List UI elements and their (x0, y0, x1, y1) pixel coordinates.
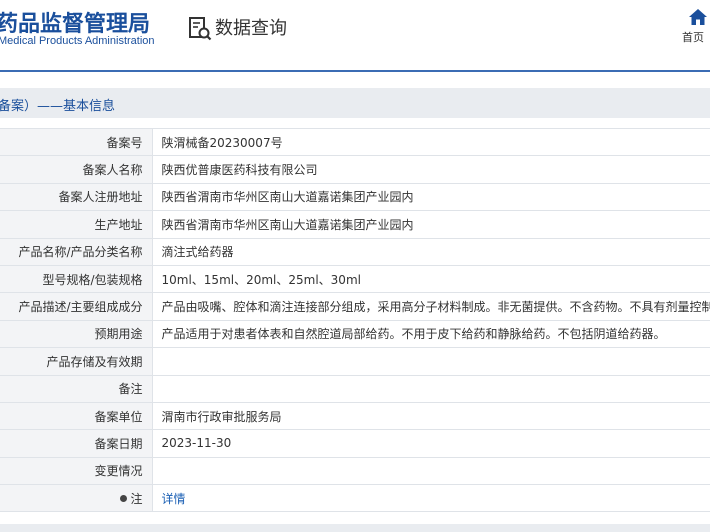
table-row: 注 详情 (0, 484, 710, 513)
row-value: 渭南市行政审批服务局 (152, 402, 710, 431)
row-label: 备案号 (0, 127, 153, 157)
row-label: 预期用途 (0, 320, 153, 349)
detail-table: 备案号 陕渭械备20230007号 备案人名称 陕西优普康医药科技有限公司 备案… (0, 127, 710, 513)
row-value: 陕西省渭南市华州区南山大道嘉诺集团产业园内 (152, 183, 710, 212)
logo-chinese: 药品监督管理局 (0, 12, 151, 37)
table-row: 备案人名称 陕西优普康医药科技有限公司 (0, 155, 710, 184)
table-row: 型号规格/包装规格 10ml、15ml、20ml、25ml、30ml (0, 265, 710, 294)
note-value-cell: 详情 (152, 484, 710, 513)
bullet-icon (120, 494, 128, 502)
row-label: 生产地址 (0, 210, 153, 239)
footer-bar (0, 524, 710, 532)
site-header: 药品监督管理局 Medical Products Administration … (0, 0, 710, 70)
row-value (152, 457, 710, 486)
table-row: 备案号 陕渭械备20230007号 (0, 127, 710, 157)
details-link[interactable]: 详情 (162, 492, 186, 506)
table-row: 变更情况 (0, 457, 710, 486)
row-value: 陕渭械备20230007号 (152, 127, 710, 157)
table-row: 备案日期 2023-11-30 (0, 429, 710, 458)
row-label: 备案单位 (0, 402, 153, 431)
row-value: 产品由吸嘴、腔体和滴注连接部分组成，采用高分子材料制成。非无菌提供。不含药物。不… (152, 292, 710, 321)
row-label: 注 (130, 491, 143, 506)
row-label: 产品名称/产品分类名称 (0, 238, 153, 266)
row-label: 备案人注册地址 (0, 183, 153, 212)
table-row: 备案人注册地址 陕西省渭南市华州区南山大道嘉诺集团产业园内 (0, 183, 710, 212)
row-value: 产品适用于对患者体表和自然腔道局部给药。不用于皮下给药和静脉给药。不包括阴道给药… (152, 320, 710, 349)
row-value: 滴注式给药器 (152, 238, 710, 266)
row-value: 10ml、15ml、20ml、25ml、30ml (152, 265, 710, 294)
row-label: 产品存储及有效期 (0, 347, 153, 376)
home-icon (689, 9, 707, 25)
table-row: 产品名称/产品分类名称 滴注式给药器 (0, 238, 710, 266)
table-row: 产品存储及有效期 (0, 347, 710, 376)
table-row: 备案单位 渭南市行政审批服务局 (0, 402, 710, 431)
logo-english: Medical Products Administration (0, 35, 155, 47)
row-value: 陕西优普康医药科技有限公司 (152, 155, 710, 184)
header-divider (0, 70, 710, 72)
row-label: 备案日期 (0, 429, 153, 458)
row-label: 型号规格/包装规格 (0, 265, 153, 294)
table-row: 生产地址 陕西省渭南市华州区南山大道嘉诺集团产业园内 (0, 210, 710, 239)
section-title: 备案）——基本信息 (0, 99, 116, 114)
row-value (152, 347, 710, 376)
row-label: 变更情况 (0, 457, 153, 486)
row-value: 陕西省渭南市华州区南山大道嘉诺集团产业园内 (152, 210, 710, 239)
home-label: 首页 (682, 31, 704, 44)
table-row: 预期用途 产品适用于对患者体表和自然腔道局部给药。不用于皮下给药和静脉给药。不包… (0, 320, 710, 349)
table-row: 备注 (0, 375, 710, 403)
row-value (152, 375, 710, 403)
home-link[interactable]: 首页 (682, 8, 710, 45)
page-title: 数据查询 (215, 18, 287, 39)
table-row: 产品描述/主要组成成分 产品由吸嘴、腔体和滴注连接部分组成，采用高分子材料制成。… (0, 292, 710, 321)
search-document-icon (189, 17, 212, 41)
row-label: 产品描述/主要组成成分 (0, 292, 153, 321)
row-label: 备案人名称 (0, 155, 153, 184)
note-label-cell: 注 (0, 484, 153, 513)
row-label: 备注 (0, 375, 153, 403)
row-value: 2023-11-30 (152, 429, 710, 458)
section-header: 备案）——基本信息 (0, 88, 710, 118)
